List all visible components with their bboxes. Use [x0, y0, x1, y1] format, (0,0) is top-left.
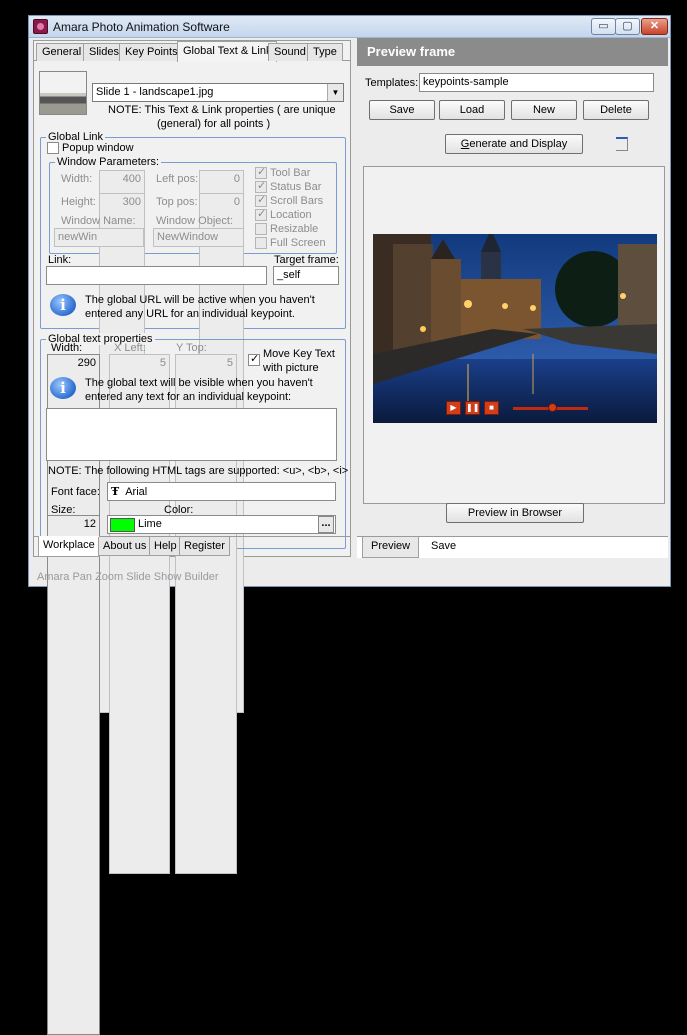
slide-select-value: Slide 1 - landscape1.jpg — [96, 86, 214, 98]
minimize-button[interactable]: ▭ — [591, 18, 616, 35]
window-name-label: Window Name: — [61, 215, 136, 227]
top-pos-label: Top pos: — [156, 196, 198, 208]
play-icon[interactable]: ▶ — [446, 401, 461, 415]
text-link-note-2: (general) for all points ) — [157, 118, 271, 130]
progress-slider-thumb[interactable] — [548, 403, 557, 412]
font-icon: Ŧ — [111, 485, 120, 498]
fullscreen-checkbox[interactable] — [255, 237, 267, 249]
bottom-tabs-left: Workplace About us Help Register — [34, 536, 350, 557]
tab-type[interactable]: Type — [307, 43, 343, 61]
text-info-line2: entered any text for an individual keypo… — [85, 391, 292, 403]
templates-label: Templates: — [365, 77, 419, 89]
statusbar-checkbox[interactable] — [255, 179, 267, 193]
resizable-checkbox[interactable] — [255, 223, 267, 235]
color-field[interactable]: Lime — [107, 515, 336, 534]
window-name-input[interactable]: newWin — [54, 228, 144, 247]
tab-save[interactable]: Save — [423, 537, 464, 556]
target-frame-label: Target frame: — [274, 254, 339, 266]
window-object-input[interactable]: NewWindow — [153, 228, 244, 247]
move-key-text-checkbox[interactable] — [248, 352, 260, 366]
close-button[interactable]: ✕ — [641, 18, 668, 35]
status-bar-text: Amara Pan Zoom Slide Show Builder — [37, 571, 219, 583]
preview-photo: ▶ ❚❚ ■ — [373, 234, 657, 423]
link-input[interactable] — [46, 266, 267, 285]
tab-global-text-link[interactable]: Global Text & Link — [177, 41, 278, 62]
resizable-label: Resizable — [270, 223, 319, 235]
popup-window-checkbox[interactable] — [47, 142, 59, 154]
info-icon: i — [50, 294, 76, 316]
scrollbars-checkbox[interactable] — [255, 193, 267, 207]
title-bar[interactable]: Amara Photo Animation Software ▭ ▢ ✕ — [29, 16, 670, 38]
text-info-line1: The global text will be visible when you… — [85, 377, 313, 389]
x-left-label: X Left: — [114, 342, 146, 354]
tab-sound[interactable]: Sound — [268, 43, 312, 61]
size-input[interactable]: 12 — [47, 515, 100, 1035]
tab-help[interactable]: Help — [149, 537, 182, 556]
location-label: Location — [270, 209, 312, 221]
y-top-label: Y Top: — [176, 342, 207, 354]
preview-in-browser-button[interactable]: Preview in Browser — [446, 503, 584, 523]
url-info-line1: The global URL will be active when you h… — [85, 294, 315, 306]
info-icon: i — [50, 377, 76, 399]
scrollbars-label: Scroll Bars — [270, 195, 324, 207]
load-template-button[interactable]: Load — [439, 100, 505, 120]
width-label: Width: — [61, 173, 93, 185]
settings-panel: General Slides Key Points Global Text & … — [33, 40, 351, 1035]
url-info-line2: entered any URL for an individual keypoi… — [85, 308, 295, 320]
chevron-down-icon[interactable]: ▼ — [327, 84, 343, 101]
preview-area: ▶ ❚❚ ■ Preview in Browser — [363, 166, 665, 523]
slide-select[interactable]: Slide 1 - landscape1.jpg ▼ — [92, 83, 344, 102]
pause-icon[interactable]: ❚❚ — [465, 401, 480, 415]
preview-panel: Preview frame Templates: keypoints-sampl… — [357, 38, 668, 558]
location-checkbox[interactable] — [255, 207, 267, 221]
global-text-area[interactable] — [46, 408, 337, 461]
popup-window-label: Popup window — [62, 142, 134, 154]
generate-display-button[interactable]: Generate and Display — [445, 134, 583, 154]
stop-icon[interactable]: ■ — [484, 401, 499, 415]
html-tags-note: NOTE: The following HTML tags are suppor… — [48, 465, 349, 477]
statusbar-label: Status Bar — [270, 181, 322, 193]
app-logo-icon — [33, 19, 48, 34]
color-swatch — [110, 518, 135, 532]
font-face-label: Font face: — [51, 486, 100, 498]
settings-tabs: General Slides Key Points Global Text & … — [34, 41, 350, 62]
toolbar-checkbox[interactable] — [255, 165, 267, 179]
font-face-value: Arial — [125, 486, 148, 498]
window-icon[interactable] — [616, 137, 628, 151]
height-label: Height: — [61, 196, 96, 208]
tab-key-points[interactable]: Key Points — [119, 43, 184, 61]
bottom-tabs-right: Preview Save — [357, 536, 668, 558]
window-parameters-legend: Window Parameters: — [55, 156, 162, 168]
move-key-text-label-2: with picture — [263, 362, 319, 374]
canal-photo-image — [373, 234, 657, 423]
tab-register[interactable]: Register — [179, 537, 230, 556]
delete-template-button[interactable]: Delete — [583, 100, 649, 120]
text-width-label: Width: — [51, 342, 83, 354]
left-pos-label: Left pos: — [156, 173, 199, 185]
new-template-button[interactable]: New — [511, 100, 577, 120]
preview-header: Preview frame — [357, 38, 668, 66]
toolbar-label: Tool Bar — [270, 167, 311, 179]
slide-thumbnail — [39, 71, 87, 115]
window-object-label: Window Object: — [156, 215, 234, 227]
tab-general[interactable]: General — [36, 43, 88, 61]
text-link-note: NOTE: This Text & Link properties ( are … — [108, 104, 336, 116]
tab-about-us[interactable]: About us — [98, 537, 152, 556]
font-face-field[interactable]: Ŧ Arial — [107, 482, 336, 501]
color-value: Lime — [138, 518, 162, 530]
color-picker-button[interactable]: ... — [318, 516, 334, 533]
tab-preview[interactable]: Preview — [362, 537, 420, 558]
generate-label: enerate and Display — [469, 138, 568, 150]
window-title: Amara Photo Animation Software — [53, 20, 230, 34]
templates-input[interactable]: keypoints-sample — [419, 73, 654, 92]
link-label: Link: — [48, 254, 72, 266]
tab-workplace[interactable]: Workplace — [38, 536, 100, 557]
move-key-text-label: Move Key Text — [263, 348, 335, 360]
app-window: Amara Photo Animation Software ▭ ▢ ✕ Gen… — [28, 15, 671, 1035]
fullscreen-label: Full Screen — [270, 237, 326, 249]
save-template-button[interactable]: Save — [369, 100, 435, 120]
target-frame-input[interactable]: _self — [273, 266, 339, 285]
maximize-button[interactable]: ▢ — [615, 18, 640, 35]
